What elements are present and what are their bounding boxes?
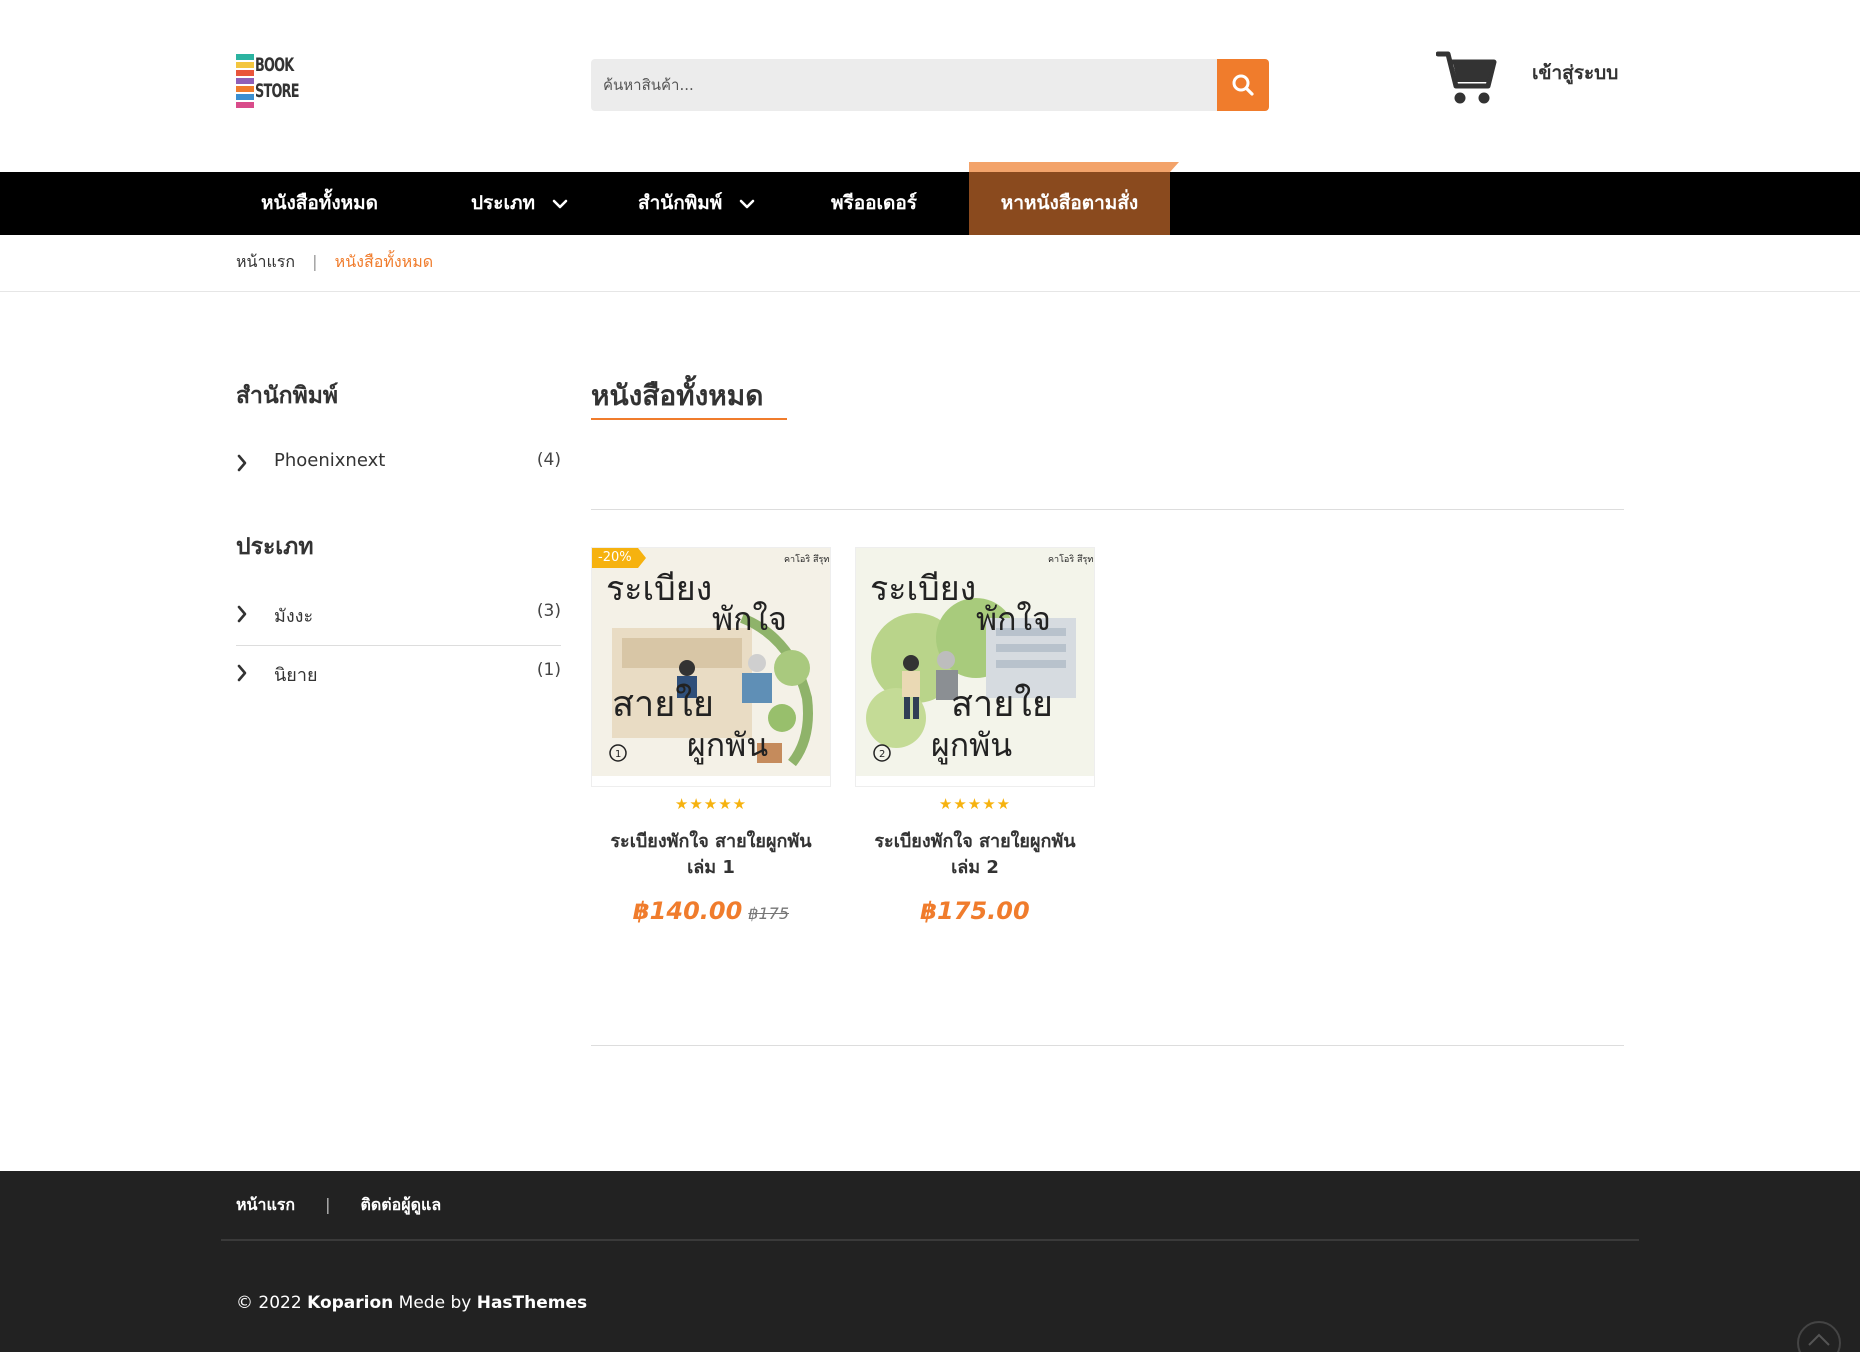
site-footer: หน้าแรก | ติดต่อผู้ดูแล © 2022 Koparion Me… <box>0 1171 1860 1352</box>
sidebar-item-label: นิยาย <box>274 665 318 686</box>
product-title-line2: เล่ม 2 <box>951 857 999 878</box>
main-nav: หนังสือทั้งหมด ประเภท สำนักพิมพ์ พรีออเด… <box>0 162 1860 235</box>
chevron-down-icon <box>739 199 755 208</box>
search-bar <box>591 59 1269 111</box>
sidebar-item-novel[interactable]: นิยาย (1) <box>236 654 561 694</box>
nav-item-label: สำนักพิมพ์ <box>638 192 723 214</box>
sidebar-item-count: (1) <box>536 660 561 680</box>
cover-author: คาโอริ สึรุทานิ <box>1048 554 1095 565</box>
cover-title-bot1: สายใย <box>612 683 714 725</box>
sidebar-divider <box>236 645 561 646</box>
chevron-right-icon <box>237 454 247 472</box>
scroll-top-button[interactable] <box>1797 1321 1841 1352</box>
book-cover-art: ระเบียง พักใจ สายใย ผูกพัน คาโอริ สึรุทา… <box>856 548 1095 786</box>
old-price: ฿175 <box>748 904 790 923</box>
scroll-top-icon <box>1808 1333 1830 1346</box>
nav-item-find-book[interactable]: หาหนังสือตามสั่ง <box>969 162 1179 235</box>
nav-item-category[interactable]: ประเภท <box>471 172 568 235</box>
footer-links: หน้าแรก | ติดต่อผู้ดูแล <box>236 1193 441 1218</box>
search-icon <box>1232 74 1254 96</box>
site-logo[interactable]: BOOK STORE <box>236 52 300 112</box>
pagination-divider <box>591 1045 1624 1046</box>
page-title-underline <box>591 418 787 420</box>
product-title-line1: ระเบียงพักใจ สายใยผูกพัน <box>610 831 812 852</box>
cover-title-bot2: ผูกพัน <box>687 726 768 765</box>
copyright-brand[interactable]: Koparion <box>307 1293 393 1313</box>
breadcrumb-home[interactable]: หน้าแรก <box>236 252 295 271</box>
rating-stars: ★★★★★ <box>938 795 1012 813</box>
breadcrumb-divider <box>0 291 1860 292</box>
cart-button[interactable] <box>1435 50 1498 106</box>
login-link[interactable]: เข้าสู่ระบบ <box>1532 58 1618 88</box>
copyright: © 2022 Koparion Mede by HasThemes <box>236 1293 587 1313</box>
sidebar-category-title: ประเภท <box>236 534 314 560</box>
toolbar-divider <box>591 509 1624 510</box>
search-input[interactable] <box>591 59 1217 111</box>
current-price: ฿175.00 <box>920 897 1030 925</box>
chevron-right-icon <box>237 605 247 623</box>
current-price: ฿140.00 <box>632 897 743 925</box>
product-title[interactable]: ระเบียงพักใจ สายใยผูกพัน เล่ม 2 <box>849 829 1101 881</box>
sidebar-item-label: มังงะ <box>274 606 314 627</box>
logo-text: BOOK STORE <box>255 52 300 104</box>
product-image[interactable]: ระเบียง พักใจ สายใย ผูกพัน คาโอริ สึรุทา… <box>855 547 1095 787</box>
breadcrumb-separator: | <box>312 252 318 271</box>
cover-volume: 2 <box>879 749 885 760</box>
sidebar-item-publisher[interactable]: Phoenixnext (4) <box>236 444 561 484</box>
product-title-line2: เล่ม 1 <box>687 857 735 878</box>
highlight-corner <box>1170 162 1179 172</box>
chevron-down-icon <box>552 199 567 208</box>
nav-item-label: หาหนังสือตามสั่ง <box>1000 192 1139 214</box>
logo-text-line1: BOOK <box>255 54 294 76</box>
sidebar-item-count: (4) <box>536 450 561 470</box>
cover-title-top: ระเบียง <box>606 569 712 609</box>
highlight-topbar <box>969 162 1170 172</box>
sidebar-item-count: (3) <box>536 601 561 621</box>
product-title[interactable]: ระเบียงพักใจ สายใยผูกพัน เล่ม 1 <box>585 829 837 881</box>
product-title-line1: ระเบียงพักใจ สายใยผูกพัน <box>874 831 1076 852</box>
breadcrumb: หน้าแรก | หนังสือทั้งหมด <box>236 250 433 275</box>
product-image[interactable]: -20% ระเบียง พักใจ สายใย ผูกพัน คาโอริ ส… <box>591 547 831 787</box>
rating-stars: ★★★★★ <box>674 795 748 813</box>
nav-item-all-books[interactable]: หนังสือทั้งหมด <box>261 172 378 235</box>
chevron-right-icon <box>237 664 247 682</box>
cover-title-top: ระเบียง <box>870 569 976 609</box>
cover-title-bot2: ผูกพัน <box>931 726 1012 765</box>
nav-item-publisher[interactable]: สำนักพิมพ์ <box>638 172 755 235</box>
nav-item-label: หนังสือทั้งหมด <box>261 192 378 214</box>
nav-item-label: พรีออเดอร์ <box>831 192 918 214</box>
page-title: หนังสือทั้งหมด <box>591 379 764 412</box>
discount-badge: -20% <box>592 548 646 568</box>
logo-text-line2: STORE <box>255 80 300 102</box>
copyright-mid: Mede by <box>398 1293 472 1313</box>
cover-title-bot1: สายใย <box>951 683 1053 725</box>
sidebar-item-manga[interactable]: มังงะ (3) <box>236 595 561 635</box>
nav-item-label: ประเภท <box>471 192 536 214</box>
copyright-author[interactable]: HasThemes <box>477 1293 587 1313</box>
footer-link-contact[interactable]: ติดต่อผู้ดูแล <box>360 1195 441 1214</box>
book-cover-art: ระเบียง พักใจ สายใย ผูกพัน คาโอริ สึรุทา… <box>592 548 831 786</box>
sidebar-item-label: Phoenixnext <box>274 450 386 471</box>
search-button[interactable] <box>1217 59 1269 111</box>
cover-title-mid: พักใจ <box>976 600 1051 638</box>
sidebar-publisher-title: สำนักพิมพ์ <box>236 383 339 409</box>
logo-stripes <box>236 54 254 110</box>
footer-divider <box>221 1239 1639 1241</box>
cover-volume: 1 <box>615 749 621 760</box>
footer-link-separator: | <box>325 1195 331 1214</box>
footer-link-home[interactable]: หน้าแรก <box>236 1195 295 1214</box>
site-header: BOOK STORE เข้าสู่ระบบ <box>0 0 1860 172</box>
cover-title-mid: พักใจ <box>712 600 787 638</box>
nav-item-preorder[interactable]: พรีออเดอร์ <box>831 172 917 235</box>
breadcrumb-current: หนังสือทั้งหมด <box>334 252 434 271</box>
product-price: ฿175.00 <box>855 897 1095 925</box>
cart-icon <box>1435 51 1497 104</box>
product-price: ฿140.00 ฿175 <box>591 897 831 925</box>
cover-author: คาโอริ สึรุทานิ <box>784 554 831 565</box>
copyright-year: © 2022 <box>236 1293 302 1313</box>
